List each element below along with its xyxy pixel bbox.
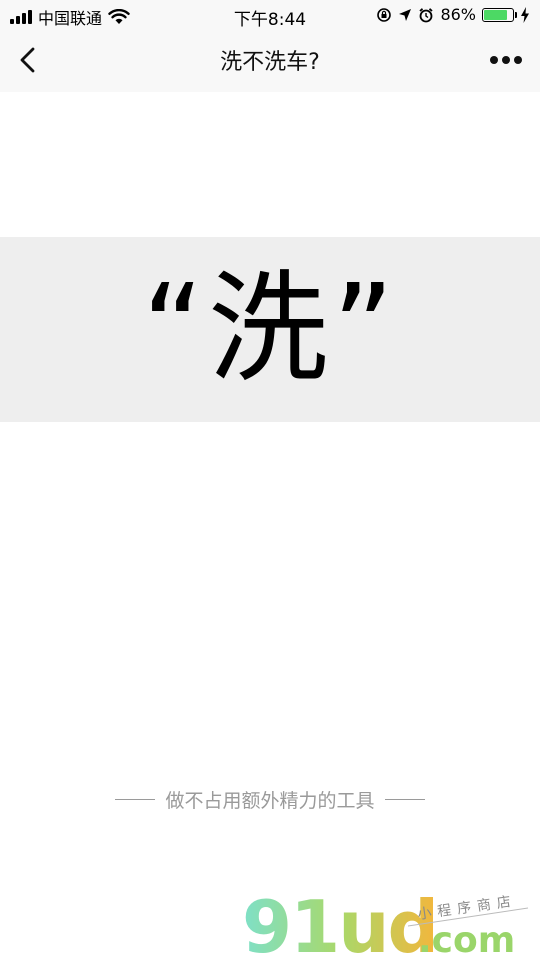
charging-bolt-icon [521,6,529,23]
status-right: 86% [376,5,530,24]
battery-percent: 86% [440,5,476,24]
result-panel: “洗” [0,237,540,422]
status-bar: 中国联通 下午8:44 86% [0,0,540,30]
slogan: 做不占用额外精力的工具 [0,786,540,813]
result-text: “洗” [141,259,399,399]
rotation-lock-icon [377,7,392,22]
slogan-text: 做不占用额外精力的工具 [165,790,375,812]
battery-level [484,9,507,20]
more-button[interactable] [484,44,528,76]
battery-icon [482,7,517,22]
nav-bar: 洗不洗车? [0,30,540,92]
slogan-divider-right [384,799,425,800]
svg-text:91ud: 91ud [242,885,437,960]
page-title: 洗不洗车? [220,50,320,75]
watermark-logo: 91ud .com 小程序商店 [242,885,529,960]
slogan-divider-left [115,799,156,800]
ellipsis-icon [490,56,498,64]
location-arrow-icon [399,8,412,21]
svg-text:.com: .com [418,920,515,960]
alarm-clock-icon [419,7,434,22]
page: 中国联通 下午8:44 86% 洗不洗车? “洗” 做不占用额外精力的工具 91… [0,0,540,960]
